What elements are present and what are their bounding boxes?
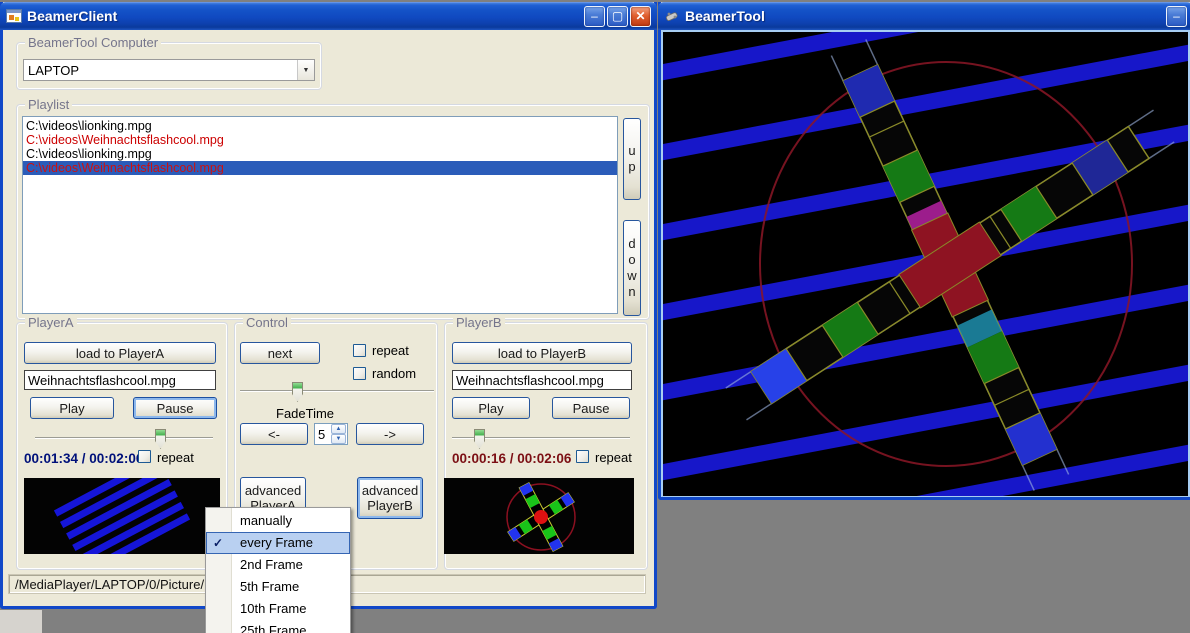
menu-item-5th-frame[interactable]: 5th Frame	[206, 576, 350, 598]
fadetime-slider[interactable]	[240, 381, 434, 403]
fadetime-label: FadeTime	[276, 406, 334, 421]
player-b-repeat-checkbox[interactable]	[576, 450, 589, 463]
player-a-seek-slider[interactable]	[35, 428, 213, 450]
menu-item-every-frame[interactable]: ✓ every Frame	[206, 532, 350, 554]
desktop-light-strip	[0, 610, 42, 633]
player-a-repeat-label: repeat	[157, 450, 194, 465]
beamertool-window: BeamerTool –	[658, 2, 1190, 500]
beamertool-titlebar[interactable]: BeamerTool –	[658, 2, 1190, 30]
load-to-player-b-button[interactable]: load to PlayerB	[452, 342, 632, 364]
control-repeat-checkbox[interactable]	[353, 344, 366, 357]
fade-back-button[interactable]: <-	[240, 423, 308, 445]
beamerclient-app-icon	[6, 9, 22, 23]
menu-item-manually[interactable]: manually	[206, 510, 350, 532]
beamertool-body	[661, 30, 1190, 497]
combo-dropdown-arrow-icon[interactable]: ▼	[297, 60, 314, 80]
spinner-up-icon[interactable]: ▲	[331, 424, 346, 434]
slider-thumb[interactable]	[155, 429, 166, 449]
playlist-up-button[interactable]: up	[623, 118, 641, 200]
minimize-button[interactable]: –	[584, 6, 605, 27]
player-b-group-label: PlayerB	[453, 315, 505, 330]
player-b-time: 00:00:16 / 00:02:06	[452, 451, 571, 466]
player-a-file-field[interactable]: Weihnachtsflashcool.mpg	[24, 370, 216, 390]
beamertool-title: BeamerTool	[685, 8, 1166, 24]
player-a-preview-image	[24, 478, 220, 554]
fadetime-value: 5	[315, 424, 331, 444]
player-b-preview-image	[444, 478, 634, 554]
player-b-file-field[interactable]: Weihnachtsflashcool.mpg	[452, 370, 632, 390]
player-b-play-button[interactable]: Play	[452, 397, 530, 419]
control-repeat-label: repeat	[372, 343, 409, 358]
menu-item-2nd-frame[interactable]: 2nd Frame	[206, 554, 350, 576]
advanced-player-b-button[interactable]: advanced PlayerB	[357, 477, 423, 519]
player-b-repeat-label: repeat	[595, 450, 632, 465]
player-b-seek-slider[interactable]	[452, 428, 630, 450]
player-b-pause-button[interactable]: Pause	[552, 397, 630, 419]
computer-group-label: BeamerTool Computer	[25, 35, 161, 50]
player-a-pause-button[interactable]: Pause	[133, 397, 217, 419]
maximize-button[interactable]: ▢	[607, 6, 628, 27]
beamerclient-titlebar[interactable]: BeamerClient – ▢ ✕	[0, 2, 657, 30]
player-a-group-label: PlayerA	[25, 315, 77, 330]
computer-combobox[interactable]: LAPTOP ▼	[23, 59, 315, 81]
menu-item-10th-frame[interactable]: 10th Frame	[206, 598, 350, 620]
control-random-label: random	[372, 366, 416, 381]
slider-track	[240, 390, 434, 392]
playlist-item[interactable]: C:\videos\lionking.mpg	[23, 119, 617, 133]
close-button[interactable]: ✕	[630, 6, 651, 27]
playlist-item-selected[interactable]: C:\videos\Weihnachtsflashcool.mpg	[23, 161, 617, 175]
player-a-time: 00:01:34 / 00:02:06	[24, 451, 143, 466]
player-a-repeat-checkbox[interactable]	[138, 450, 151, 463]
beamertool-canvas	[663, 32, 1188, 496]
player-a-play-button[interactable]: Play	[30, 397, 114, 419]
next-button[interactable]: next	[240, 342, 320, 364]
player-a-preview	[24, 478, 220, 554]
fadetime-spinner[interactable]: 5 ▲ ▼	[314, 423, 348, 445]
playlist-group-label: Playlist	[25, 97, 72, 112]
playlist-down-button[interactable]: down	[623, 220, 641, 316]
load-to-player-a-button[interactable]: load to PlayerA	[24, 342, 216, 364]
slider-track	[35, 437, 213, 439]
control-group-label: Control	[243, 315, 291, 330]
beamertool-app-icon	[664, 8, 680, 24]
playlist-listbox[interactable]: C:\videos\lionking.mpg C:\videos\Weihnac…	[22, 116, 618, 314]
player-b-preview	[444, 478, 634, 554]
computer-combobox-value: LAPTOP	[24, 63, 297, 78]
playlist-item[interactable]: C:\videos\Weihnachtsflashcool.mpg	[23, 133, 617, 147]
beamertool-minimize-button[interactable]: –	[1166, 6, 1187, 27]
fade-forward-button[interactable]: ->	[356, 423, 424, 445]
control-random-checkbox[interactable]	[353, 367, 366, 380]
check-icon: ✓	[213, 532, 223, 554]
desktop: BeamerTool –	[0, 0, 1190, 633]
frame-context-menu: manually ✓ every Frame 2nd Frame 5th Fra…	[205, 507, 351, 633]
menu-item-25th-frame[interactable]: 25th Frame	[206, 620, 350, 633]
slider-thumb[interactable]	[292, 382, 303, 402]
slider-thumb[interactable]	[474, 429, 485, 449]
playlist-item[interactable]: C:\videos\lionking.mpg	[23, 147, 617, 161]
spinner-down-icon[interactable]: ▼	[331, 434, 346, 444]
beamerclient-title: BeamerClient	[27, 8, 584, 24]
